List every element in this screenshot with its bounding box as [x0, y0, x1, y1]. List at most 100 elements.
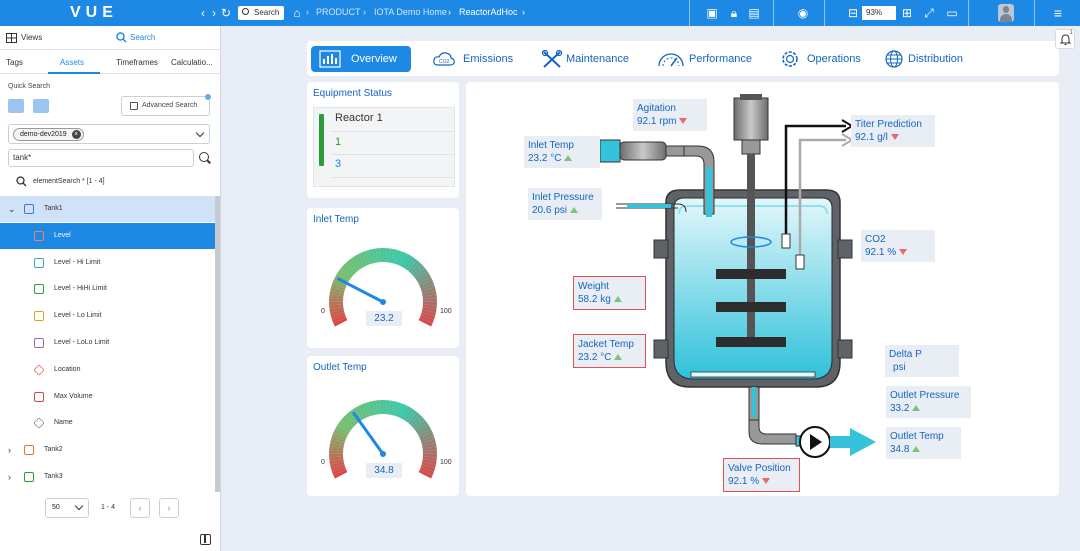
tree-label: Name [54, 419, 73, 427]
notifications-button[interactable]: 1 [1055, 29, 1075, 49]
agitation-label[interactable]: Agitation 92.1 rpm [633, 99, 707, 131]
tab-views[interactable]: Views [21, 33, 42, 42]
quick-search-tag-button[interactable] [8, 99, 24, 113]
delta-p-label[interactable]: Delta Ppsi [885, 345, 959, 377]
tree-node[interactable]: ⌄ Tank1 [0, 196, 215, 222]
search-icon [116, 32, 127, 43]
equipment-status-box[interactable]: Reactor 1 1 3 [313, 107, 455, 187]
chevron-right-icon[interactable]: › [8, 437, 11, 463]
breadcrumb-separator-icon: › [363, 7, 366, 17]
outlet-pressure-label[interactable]: Outlet Pressure 33.2 [886, 386, 971, 418]
gauge-icon [658, 53, 684, 67]
chip-remove-icon[interactable]: × [71, 130, 81, 139]
dataset-chip: demo-dev2019 × [13, 128, 84, 141]
chevron-down-icon [195, 128, 205, 138]
panel-tabs: Views Search [0, 26, 221, 50]
tab-emissions[interactable]: CO2 Emissions [433, 46, 513, 72]
trend-up-icon [912, 405, 921, 411]
trend-down-icon [679, 118, 688, 124]
breadcrumb-current[interactable]: ReactorAdHoc [459, 7, 518, 17]
attribute-icon [34, 257, 44, 268]
breadcrumb-home[interactable]: IOTA Demo Home [374, 7, 447, 17]
dashboard-tabs: Overview CO2 Emissions Maintenance Perfo… [307, 41, 1059, 76]
tab-maintenance[interactable]: Maintenance [541, 46, 629, 72]
zoom-level[interactable]: 93% [862, 6, 896, 20]
tab-performance[interactable]: Performance [657, 46, 752, 72]
reactor-diagram: Agitation 92.1 rpm Inlet Temp 23.2 °C Inle… [466, 82, 1059, 496]
tree-label: Level [54, 231, 71, 239]
search-icon [16, 176, 27, 187]
inlet-temp-label[interactable]: Inlet Temp 23.2 °C [524, 136, 600, 168]
page-size-select[interactable]: 50 [45, 498, 89, 518]
zoom-out-icon[interactable]: ⊟ [846, 6, 860, 20]
attribute-icon [34, 338, 44, 348]
tree-scrollbar[interactable] [215, 196, 220, 492]
tree-leaf[interactable]: Level - Lo Limit [0, 303, 215, 329]
search-result-label: elementSearch * [1 - 4] [33, 178, 105, 185]
chevron-down-icon[interactable]: ⌄ [8, 196, 16, 222]
collapse-panel-icon[interactable] [200, 534, 211, 545]
co2-cloud-icon: CO2 [433, 52, 455, 66]
breadcrumb-product[interactable]: PRODUCT [316, 7, 361, 17]
calendar-icon[interactable]: ▣ [705, 6, 719, 20]
search-submit-icon[interactable] [199, 152, 209, 162]
breadcrumb-separator-icon: › [522, 7, 525, 17]
save-icon[interactable]: ▤ [747, 6, 761, 20]
co2-label[interactable]: CO2 92.1 % [861, 230, 935, 262]
status-value-1: 1 [335, 136, 342, 148]
camera-icon[interactable]: ◉ [796, 6, 810, 20]
weight-label[interactable]: Weight 58.2 kg [573, 276, 646, 310]
tab-operations[interactable]: Operations [779, 46, 861, 72]
menu-icon[interactable]: ≡ [1051, 6, 1065, 20]
tree-leaf[interactable]: Level [0, 222, 215, 249]
tree-leaf[interactable]: Level - HiHi Limit [0, 276, 215, 302]
subtab-assets[interactable]: Assets [60, 58, 84, 67]
tree-leaf[interactable]: Name [0, 410, 215, 436]
tree-label: Tank1 [44, 205, 63, 212]
subtab-calculations[interactable]: Calculatio... [171, 58, 213, 67]
global-search-button[interactable]: Search [238, 6, 285, 20]
tree-leaf[interactable]: Level - LoLo Limit [0, 330, 215, 356]
tab-overview[interactable]: Overview [311, 46, 411, 72]
search-icon [242, 8, 249, 15]
titer-prediction-label[interactable]: Titer Prediction 92.1 g/l [851, 115, 935, 147]
refresh-icon[interactable]: ↻ [219, 6, 233, 20]
tree-label: Location [54, 365, 81, 373]
subtab-tags[interactable]: Tags [6, 58, 23, 67]
avatar[interactable] [998, 4, 1014, 22]
tab-distribution[interactable]: Distribution [884, 46, 963, 72]
search-input[interactable]: tank* [8, 149, 194, 167]
tree-leaf[interactable]: Level - Hi Limit [0, 250, 215, 276]
lock-icon[interactable]: 🔒︎ [727, 6, 741, 20]
tab-search[interactable]: Search [130, 33, 155, 42]
card-title: Equipment Status [313, 88, 392, 99]
advanced-search-icon [130, 102, 138, 110]
chevron-right-icon[interactable]: › [8, 464, 11, 490]
outlet-temp-label[interactable]: Outlet Temp 34.8 [886, 427, 961, 459]
tag-icon [33, 417, 45, 430]
advanced-search-button[interactable]: Advanced Search [121, 96, 210, 116]
trend-down-icon [899, 249, 908, 255]
tree-leaf[interactable]: Location [0, 357, 215, 383]
home-icon[interactable]: ⌂ [290, 6, 304, 20]
valve-position-label[interactable]: Valve Position 92.1 % [723, 458, 800, 492]
gauge-min: 0 [321, 459, 325, 466]
jacket-temp-label[interactable]: Jacket Temp 23.2 °C [573, 334, 646, 368]
dashboard-icon [319, 50, 341, 68]
tree-node[interactable]: › Tank2 [0, 437, 215, 463]
zoom-in-icon[interactable]: ⊞ [900, 6, 914, 20]
chevron-down-icon [74, 501, 84, 511]
next-page-button[interactable]: › [159, 498, 179, 518]
subtab-timeframes[interactable]: Timeframes [116, 58, 158, 67]
scrollbar-thumb[interactable] [215, 196, 220, 492]
gauge-max: 100 [440, 308, 452, 315]
fit-screen-icon[interactable]: ⤢ [922, 6, 936, 20]
tree-leaf[interactable]: Max Volume [0, 384, 215, 410]
dataset-select[interactable]: demo-dev2019 × [8, 124, 210, 144]
inlet-pressure-label[interactable]: Inlet Pressure 20.6 psi [528, 188, 602, 220]
prev-page-button[interactable]: ‹ [130, 498, 150, 518]
tree-label: Level - LoLo Limit [54, 339, 110, 346]
presentation-icon[interactable]: ▭ [945, 6, 959, 20]
quick-search-asset-button[interactable] [33, 99, 49, 113]
tree-node[interactable]: › Tank3 [0, 464, 215, 490]
